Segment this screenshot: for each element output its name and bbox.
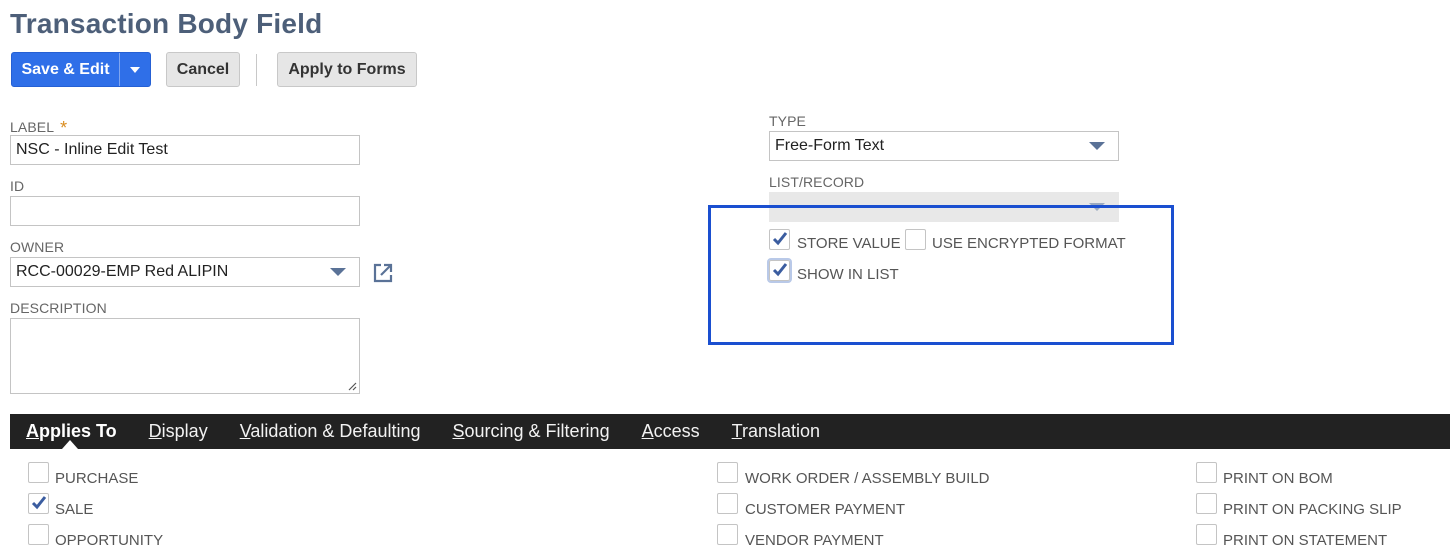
type-field-label: TYPE bbox=[769, 113, 806, 129]
tab-accesskey: D bbox=[148, 421, 162, 441]
vendor-payment-checkbox[interactable] bbox=[717, 524, 738, 545]
tab-label: ranslation bbox=[741, 421, 820, 441]
open-external-icon[interactable] bbox=[372, 262, 394, 284]
tab-accesskey: T bbox=[731, 421, 742, 441]
active-tab-pointer bbox=[62, 440, 78, 449]
owner-select[interactable]: RCC-00029-EMP Red ALIPIN bbox=[10, 257, 360, 287]
chevron-down-icon bbox=[330, 268, 346, 276]
print-on-bom-checkbox[interactable] bbox=[1196, 462, 1217, 483]
sale-checkbox[interactable] bbox=[28, 493, 49, 514]
tab-label: pplies To bbox=[39, 421, 117, 441]
tab-accesskey: S bbox=[452, 421, 465, 441]
purchase-checkbox[interactable] bbox=[28, 462, 49, 483]
owner-select-value: RCC-00029-EMP Red ALIPIN bbox=[16, 263, 229, 280]
tab-label: alidation & Defaulting bbox=[250, 421, 421, 441]
type-select[interactable]: Free-Form Text bbox=[769, 131, 1119, 161]
toolbar-divider bbox=[256, 54, 257, 86]
label-input[interactable]: NSC - Inline Edit Test bbox=[10, 135, 360, 165]
chevron-down-icon bbox=[1089, 142, 1105, 150]
id-field-label: ID bbox=[10, 178, 25, 194]
purchase-label: PURCHASE bbox=[55, 470, 139, 487]
opportunity-checkbox[interactable] bbox=[28, 524, 49, 545]
save-options-dropdown-button[interactable] bbox=[120, 53, 150, 86]
tab-label: isplay bbox=[161, 421, 208, 441]
label-field-label: LABEL * bbox=[10, 116, 67, 138]
print-on-statement-label: PRINT ON STATEMENT bbox=[1223, 532, 1388, 547]
highlight-box bbox=[708, 205, 1174, 345]
work-order-assembly-build-checkbox[interactable] bbox=[717, 462, 738, 483]
tab-validation-defaulting[interactable]: Validation & Defaulting bbox=[240, 421, 421, 442]
subtab-bar: Applies To Display Validation & Defaulti… bbox=[10, 414, 1450, 449]
tab-display[interactable]: Display bbox=[149, 421, 208, 442]
apply-to-forms-button[interactable]: Apply to Forms bbox=[277, 52, 417, 87]
tab-accesskey: A bbox=[641, 421, 654, 441]
vendor-payment-label: VENDOR PAYMENT bbox=[745, 532, 884, 547]
chevron-down-icon bbox=[130, 66, 140, 73]
page-title: Transaction Body Field bbox=[10, 8, 323, 39]
print-on-packing-slip-label: PRINT ON PACKING SLIP bbox=[1223, 501, 1402, 518]
tab-label: ourcing & Filtering bbox=[464, 421, 610, 441]
tab-access[interactable]: Access bbox=[642, 421, 700, 442]
tab-applies-to[interactable]: Applies To bbox=[26, 421, 117, 442]
save-edit-button[interactable]: Save & Edit bbox=[12, 53, 120, 86]
label-field-label-text: LABEL bbox=[10, 119, 55, 135]
list-record-field-label: LIST/RECORD bbox=[769, 174, 865, 190]
customer-payment-label: CUSTOMER PAYMENT bbox=[745, 501, 906, 518]
print-on-packing-slip-checkbox[interactable] bbox=[1196, 493, 1217, 514]
checkmark-icon bbox=[31, 496, 47, 510]
work-order-assembly-build-label: WORK ORDER / ASSEMBLY BUILD bbox=[745, 470, 990, 487]
id-input[interactable] bbox=[10, 196, 360, 226]
print-on-statement-checkbox[interactable] bbox=[1196, 524, 1217, 545]
tab-accesskey: V bbox=[239, 421, 251, 441]
tab-label: ccess bbox=[653, 421, 700, 441]
owner-field-label: OWNER bbox=[10, 239, 65, 255]
customer-payment-checkbox[interactable] bbox=[717, 493, 738, 514]
save-edit-button-group[interactable]: Save & Edit bbox=[11, 52, 151, 87]
tab-sourcing-filtering[interactable]: Sourcing & Filtering bbox=[453, 421, 610, 442]
opportunity-label: OPPORTUNITY bbox=[55, 532, 164, 547]
description-field-label: DESCRIPTION bbox=[10, 300, 107, 316]
cancel-button[interactable]: Cancel bbox=[166, 52, 240, 87]
tab-translation[interactable]: Translation bbox=[732, 421, 820, 442]
sale-label: SALE bbox=[55, 501, 94, 518]
tab-accesskey: A bbox=[26, 421, 39, 441]
print-on-bom-label: PRINT ON BOM bbox=[1223, 470, 1333, 487]
type-select-value: Free-Form Text bbox=[775, 137, 885, 154]
description-textarea[interactable] bbox=[10, 318, 360, 394]
resize-handle-icon[interactable] bbox=[348, 382, 357, 391]
